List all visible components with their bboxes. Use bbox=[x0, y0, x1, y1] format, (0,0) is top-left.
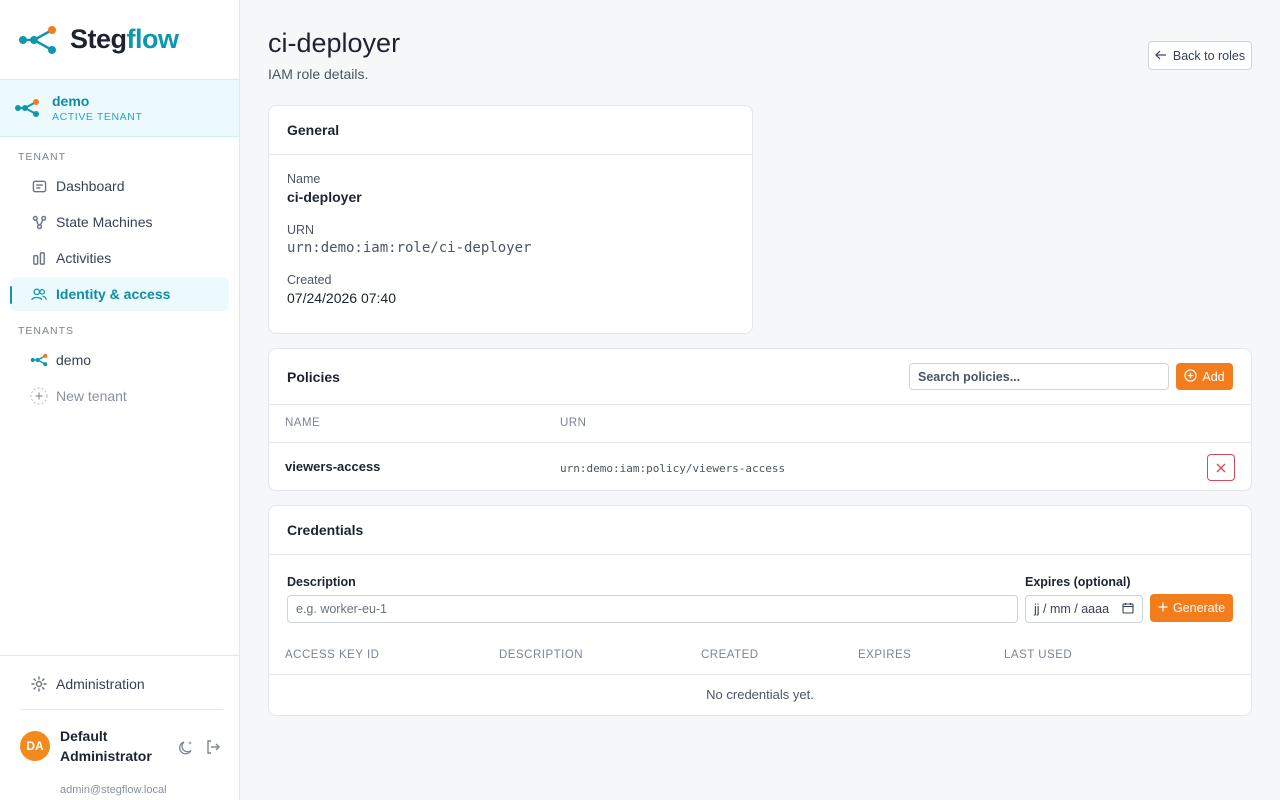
created-value: 07/24/2026 07:40 bbox=[287, 290, 396, 306]
sidebar-item-label: Activities bbox=[56, 250, 112, 266]
general-card-title: General bbox=[269, 106, 752, 155]
created-label: Created bbox=[287, 273, 332, 287]
credentials-empty-state: No credentials yet. bbox=[706, 687, 814, 702]
section-label-tenants: TENANTS bbox=[18, 325, 75, 337]
section-label-tenant: TENANT bbox=[18, 151, 66, 163]
policies-card: Policies Search policies... Add NAME URN… bbox=[268, 348, 1252, 491]
table-row: viewers-access urn:demo:iam:policy/viewe… bbox=[269, 443, 1251, 491]
footer-divider bbox=[20, 709, 223, 710]
back-to-roles-button[interactable]: Back to roles bbox=[1148, 41, 1252, 70]
column-header-created: CREATED bbox=[701, 649, 759, 661]
sidebar-item-activities[interactable]: Activities bbox=[10, 241, 229, 275]
sidebar-tenant-label: demo bbox=[56, 352, 92, 368]
column-header-expires: EXPIRES bbox=[858, 649, 912, 661]
brand-logo[interactable]: Stegflow bbox=[0, 0, 239, 80]
column-header-last-used: LAST USED bbox=[1004, 649, 1073, 661]
general-card: General Name ci-deployer URN urn:demo:ia… bbox=[268, 105, 753, 334]
credentials-card-title: Credentials bbox=[269, 506, 1251, 555]
new-tenant-label: New tenant bbox=[56, 388, 127, 404]
credentials-table-header: ACCESS KEY ID DESCRIPTION CREATED EXPIRE… bbox=[269, 639, 1251, 675]
column-header-description: DESCRIPTION bbox=[499, 649, 584, 661]
sidebar-item-administration[interactable]: Administration bbox=[10, 667, 229, 701]
sidebar: Stegflow demo ACTIVE TENANT TENANT Dashb… bbox=[0, 0, 240, 800]
name-label: Name bbox=[287, 172, 321, 186]
policies-card-header: Policies Search policies... Add bbox=[269, 349, 1251, 405]
sidebar-item-identity-access[interactable]: Identity & access bbox=[10, 277, 229, 311]
expires-date-placeholder: jj / mm / aaaa bbox=[1034, 602, 1110, 616]
page-subtitle: IAM role details. bbox=[268, 66, 369, 82]
column-header-name: NAME bbox=[285, 417, 321, 429]
sidebar-item-dashboard[interactable]: Dashboard bbox=[10, 169, 229, 203]
page-title: ci-deployer bbox=[268, 28, 401, 58]
column-header-access-key-id: ACCESS KEY ID bbox=[285, 649, 380, 661]
urn-value: urn:demo:iam:role/ci-deployer bbox=[287, 240, 532, 256]
add-policy-button[interactable]: Add bbox=[1176, 363, 1233, 390]
dashboard-icon bbox=[30, 177, 48, 195]
remove-policy-button[interactable] bbox=[1207, 454, 1235, 481]
close-icon bbox=[1216, 460, 1226, 476]
tenant-icon bbox=[30, 351, 48, 369]
state-machine-icon bbox=[30, 213, 48, 231]
generate-label: Generate bbox=[1172, 601, 1226, 615]
description-label: Description bbox=[287, 575, 356, 589]
avatar[interactable]: DA bbox=[20, 731, 50, 761]
policy-name: viewers-access bbox=[285, 459, 381, 474]
main-content: ci-deployer IAM role details. Back to ro… bbox=[240, 0, 1280, 800]
user-name: Default Administrator bbox=[60, 728, 152, 764]
back-to-roles-label: Back to roles bbox=[1172, 48, 1246, 63]
sidebar-item-label: Dashboard bbox=[56, 178, 125, 194]
search-policies-input[interactable]: Search policies... bbox=[909, 363, 1169, 390]
plus-icon bbox=[1158, 601, 1168, 615]
add-policy-label: Add bbox=[1202, 369, 1225, 384]
expires-date-input[interactable]: jj / mm / aaaa bbox=[1025, 595, 1143, 623]
brand-name: Stegflow bbox=[70, 24, 179, 54]
logout-icon[interactable] bbox=[205, 739, 221, 760]
description-input[interactable]: e.g. worker-eu-1 bbox=[287, 595, 1018, 623]
policies-table-header: NAME URN bbox=[269, 405, 1251, 443]
name-value: ci-deployer bbox=[287, 189, 362, 205]
activities-icon bbox=[30, 249, 48, 267]
generate-credential-button[interactable]: Generate bbox=[1150, 594, 1233, 622]
sidebar-tenant-demo[interactable]: demo bbox=[10, 343, 229, 377]
active-tenant-name: demo bbox=[52, 93, 90, 109]
plus-circle-icon bbox=[30, 387, 48, 405]
users-icon bbox=[30, 285, 48, 303]
active-tenant-switcher[interactable]: demo ACTIVE TENANT bbox=[0, 80, 239, 137]
sidebar-item-label: Identity & access bbox=[56, 286, 171, 302]
arrow-left-icon bbox=[1155, 49, 1167, 63]
active-tenant-label: ACTIVE TENANT bbox=[52, 111, 143, 123]
user-email: admin@stegflow.local bbox=[60, 784, 167, 796]
policies-card-title: Policies bbox=[287, 368, 340, 385]
column-header-urn: URN bbox=[560, 417, 587, 429]
stegflow-logo-icon bbox=[19, 25, 56, 54]
theme-toggle-icon[interactable] bbox=[177, 739, 195, 760]
credentials-card: Credentials Description e.g. worker-eu-1… bbox=[268, 505, 1252, 716]
gear-icon bbox=[30, 675, 48, 693]
user-profile: DA Default Administrator admin@stegflow.… bbox=[0, 726, 239, 796]
expires-label: Expires (optional) bbox=[1025, 575, 1131, 589]
sidebar-item-label: Administration bbox=[56, 676, 145, 692]
sidebar-item-label: State Machines bbox=[56, 214, 153, 230]
policy-urn: urn:demo:iam:policy/viewers-access bbox=[560, 462, 786, 475]
plus-circle-icon bbox=[1184, 368, 1198, 385]
sidebar-item-state-machines[interactable]: State Machines bbox=[10, 205, 229, 239]
calendar-icon[interactable] bbox=[1122, 602, 1134, 617]
urn-label: URN bbox=[287, 223, 315, 237]
sidebar-footer: Administration DA Default Administrator … bbox=[0, 655, 239, 800]
tenant-icon bbox=[15, 99, 39, 117]
new-tenant-button[interactable]: New tenant bbox=[10, 379, 229, 413]
